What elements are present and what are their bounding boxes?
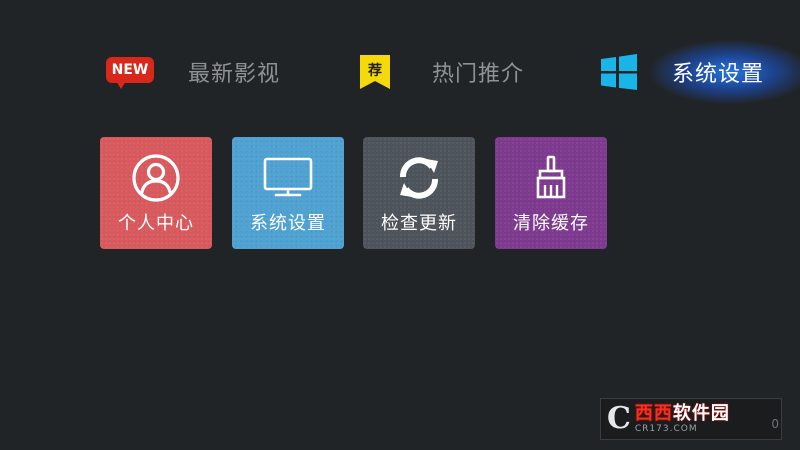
watermark-logo: C 西西软件园 CR173.COM 0 xyxy=(600,398,782,440)
watermark-c-glyph: C xyxy=(607,401,631,436)
new-badge-icon: NEW xyxy=(106,57,154,89)
tile-check-update[interactable]: 检查更新 xyxy=(363,137,475,249)
user-profile-icon xyxy=(132,154,180,202)
tile-label-clear-cache: 清除缓存 xyxy=(513,213,589,234)
watermark-edge-text: 0 xyxy=(771,417,779,431)
broom-icon xyxy=(536,155,566,199)
tv-home-screen: NEW 最新影视 荐 热门推介 系统设置 个人中心 系统设置 检查更新 清除缓存… xyxy=(0,0,800,450)
refresh-icon xyxy=(400,157,438,199)
tile-clear-cache[interactable]: 清除缓存 xyxy=(495,137,607,249)
nav-item-system-settings[interactable]: 系统设置 xyxy=(600,48,764,96)
tile-label-system-settings: 系统设置 xyxy=(250,213,326,234)
watermark-site: CR173.COM xyxy=(634,424,698,434)
tile-label-check-update: 检查更新 xyxy=(381,213,457,234)
nav-item-hot-recommend[interactable]: 荐 热门推介 xyxy=(360,48,524,96)
windows-logo-icon xyxy=(601,54,637,90)
nav-label-hot-recommend: 热门推介 xyxy=(432,62,525,87)
monitor-icon xyxy=(263,157,313,197)
nav-label-system-settings: 系统设置 xyxy=(672,62,765,87)
new-badge-text: NEW xyxy=(111,62,149,78)
tile-personal-center[interactable]: 个人中心 xyxy=(100,137,212,249)
tile-label-personal-center: 个人中心 xyxy=(118,213,194,234)
tile-system-settings[interactable]: 系统设置 xyxy=(232,137,344,249)
nav-label-latest-videos: 最新影视 xyxy=(188,62,281,87)
watermark-brand: 西西软件园 xyxy=(634,403,730,424)
recommend-tag-text: 荐 xyxy=(368,63,382,79)
nav-item-latest-videos[interactable]: NEW 最新影视 xyxy=(106,48,280,96)
recommend-tag-icon: 荐 xyxy=(360,55,390,89)
